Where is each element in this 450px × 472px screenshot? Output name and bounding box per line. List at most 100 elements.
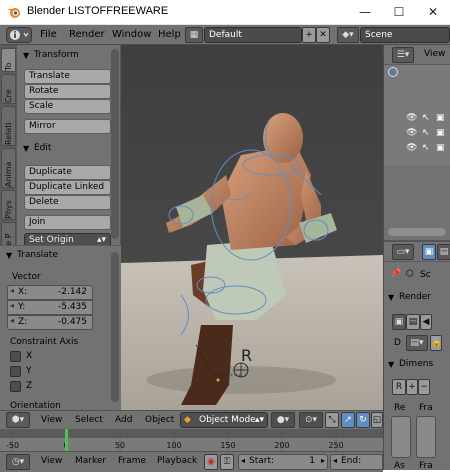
display-dropdown[interactable]: ▤▾ — [406, 335, 428, 351]
render-panel-header[interactable]: ▼ Render — [384, 290, 450, 306]
menu-help[interactable]: Help — [158, 29, 181, 40]
outliner-editor-type-icon[interactable]: ☰▾ — [392, 47, 414, 63]
render-camera-icon[interactable]: ▣ — [436, 113, 445, 123]
screen-layout-selector[interactable]: ▦ Default + ✕ — [185, 27, 330, 43]
vector-x-field[interactable]: ◂ X: -2.142 — [7, 285, 93, 300]
viewport-menu-object[interactable]: Object — [145, 415, 174, 425]
constraint-z-checkbox[interactable] — [10, 381, 21, 392]
translate-operator-header[interactable]: ▼ Translate — [0, 248, 104, 264]
tab-tools[interactable]: To — [1, 48, 16, 72]
menu-file[interactable]: File — [40, 29, 57, 40]
manipulator-toggle-icon[interactable]: ⤡ — [325, 412, 339, 428]
tab-relations[interactable]: Relati — [1, 106, 16, 146]
dimensions-panel-header[interactable]: ▼ Dimens — [384, 357, 450, 373]
decrement-arrow-icon[interactable]: ◂ — [333, 456, 337, 465]
close-button[interactable]: ✕ — [416, 0, 450, 25]
decrement-arrow-icon[interactable]: ◂ — [10, 316, 14, 325]
decrement-arrow-icon[interactable]: ◂ — [10, 286, 14, 295]
transform-panel-header[interactable]: ▼ Transform — [17, 48, 120, 64]
edit-panel-header[interactable]: ▼ Edit — [17, 141, 120, 157]
vector-y-field[interactable]: ◂ Y: -5.435 — [7, 300, 93, 315]
translate-manipulator-icon[interactable]: ↗ — [341, 412, 355, 428]
outliner-tree[interactable]: 👁 ↖ ▣ 👁 ↖ ▣ 👁 ↖ ▣ — [384, 65, 450, 165]
add-screen-icon[interactable]: + — [302, 27, 316, 43]
record-keyframe-icon[interactable]: ◉ — [204, 454, 218, 470]
scene-icon[interactable]: ◆▾ — [337, 27, 359, 43]
visibility-eye-icon[interactable]: 👁 — [406, 128, 417, 138]
duplicate-linked-button[interactable]: Duplicate Linked — [24, 180, 111, 195]
world-icon[interactable] — [388, 67, 398, 77]
outliner-scrollbar[interactable] — [388, 228, 446, 236]
properties-editor-type-icon[interactable]: ▭▾ — [392, 244, 414, 260]
pivot-point-icon[interactable]: ⊙▾ — [299, 412, 323, 428]
decrement-arrow-icon[interactable]: ◂ — [10, 301, 14, 310]
remove-screen-icon[interactable]: ✕ — [316, 27, 330, 43]
timeline-menu-playback[interactable]: Playback — [157, 456, 197, 466]
tab-animation[interactable]: Anima — [1, 148, 16, 188]
rotate-manipulator-icon[interactable]: ↻ — [356, 412, 370, 428]
screen-layout-field[interactable]: Default — [204, 27, 302, 43]
timeline[interactable]: -50050100150200250 — [0, 429, 383, 451]
decrement-arrow-icon[interactable]: ◂ — [241, 456, 245, 465]
3d-viewport[interactable]: R — [121, 45, 383, 410]
scene-selector[interactable]: ◆▾ Scene — [337, 27, 450, 43]
frame-range-fields[interactable] — [416, 416, 436, 458]
constraint-x-checkbox[interactable] — [10, 351, 21, 362]
constraint-y-checkbox[interactable] — [10, 366, 21, 377]
timeline-menu-view[interactable]: View — [41, 456, 62, 466]
visibility-eye-icon[interactable]: 👁 — [406, 143, 417, 153]
render-layers-icon[interactable]: ▤ — [437, 244, 450, 260]
tab-create[interactable]: Cre — [1, 74, 16, 104]
audio-icon[interactable]: ◀ — [420, 314, 432, 330]
vector-z-field[interactable]: ◂ Z: -0.475 — [7, 315, 93, 330]
increment-arrow-icon[interactable]: ▸ — [321, 456, 325, 465]
render-image-icon[interactable]: ▣ — [392, 314, 406, 330]
screen-layout-icon[interactable]: ▦ — [185, 27, 203, 43]
mirror-button[interactable]: Mirror — [24, 119, 111, 134]
end-frame-field[interactable]: ◂ End: — [330, 454, 383, 470]
outliner-view-menu[interactable]: View — [424, 49, 445, 59]
minimize-button[interactable]: — — [348, 0, 382, 25]
render-camera-icon[interactable]: ▣ — [436, 128, 445, 138]
scene-field[interactable]: Scene — [360, 27, 450, 43]
select-arrow-icon[interactable]: ↖ — [422, 128, 430, 138]
pin-icon[interactable]: 📌 — [390, 269, 401, 279]
viewport-menu-view[interactable]: View — [41, 415, 62, 425]
timeline-editor-type-icon[interactable]: ◷▾ — [6, 454, 30, 470]
current-frame-cursor[interactable] — [65, 429, 68, 451]
render-camera-icon[interactable]: ▣ — [436, 143, 445, 153]
remove-preset-icon[interactable]: − — [418, 379, 430, 395]
lock-icon[interactable]: 🔒 — [430, 335, 442, 351]
tool-shelf-scrollbar[interactable] — [111, 49, 119, 239]
tab-physics[interactable]: Phys — [1, 190, 16, 220]
start-frame-field[interactable]: ◂ Start: 1 ▸ — [238, 454, 328, 470]
scale-manipulator-icon[interactable]: ◱ — [371, 412, 383, 428]
mode-selector[interactable]: ◆ Object Mode ▴▾ — [180, 412, 268, 428]
timeline-menu-frame[interactable]: Frame — [118, 456, 146, 466]
keying-set-icon[interactable]: ⚿ — [220, 454, 234, 470]
operator-panel-scrollbar[interactable] — [111, 252, 119, 402]
menu-window[interactable]: Window — [112, 29, 151, 40]
viewport-menu-select[interactable]: Select — [75, 415, 103, 425]
translate-button[interactable]: Translate — [24, 69, 111, 84]
render-presets-dropdown[interactable]: R — [392, 379, 406, 395]
menu-render[interactable]: Render — [69, 29, 105, 40]
select-arrow-icon[interactable]: ↖ — [422, 113, 430, 123]
select-arrow-icon[interactable]: ↖ — [422, 143, 430, 153]
render-tab-camera-icon[interactable]: ▣ — [422, 244, 436, 260]
duplicate-button[interactable]: Duplicate — [24, 165, 111, 180]
maximize-button[interactable]: ☐ — [382, 0, 416, 25]
resolution-fields[interactable] — [391, 416, 411, 458]
render-animation-icon[interactable]: ▤ — [406, 314, 420, 330]
viewport-editor-type-icon[interactable]: ⬢▾ — [6, 412, 30, 428]
timeline-menu-marker[interactable]: Marker — [75, 456, 106, 466]
join-button[interactable]: Join — [24, 215, 111, 230]
add-preset-icon[interactable]: + — [406, 379, 418, 395]
rotate-button[interactable]: Rotate — [24, 84, 111, 99]
scale-button[interactable]: Scale — [24, 99, 111, 114]
delete-button[interactable]: Delete — [24, 195, 111, 210]
editor-type-button[interactable] — [6, 27, 32, 43]
viewport-shading-icon[interactable]: ●▾ — [271, 412, 295, 428]
visibility-eye-icon[interactable]: 👁 — [406, 113, 417, 123]
viewport-menu-add[interactable]: Add — [115, 415, 132, 425]
